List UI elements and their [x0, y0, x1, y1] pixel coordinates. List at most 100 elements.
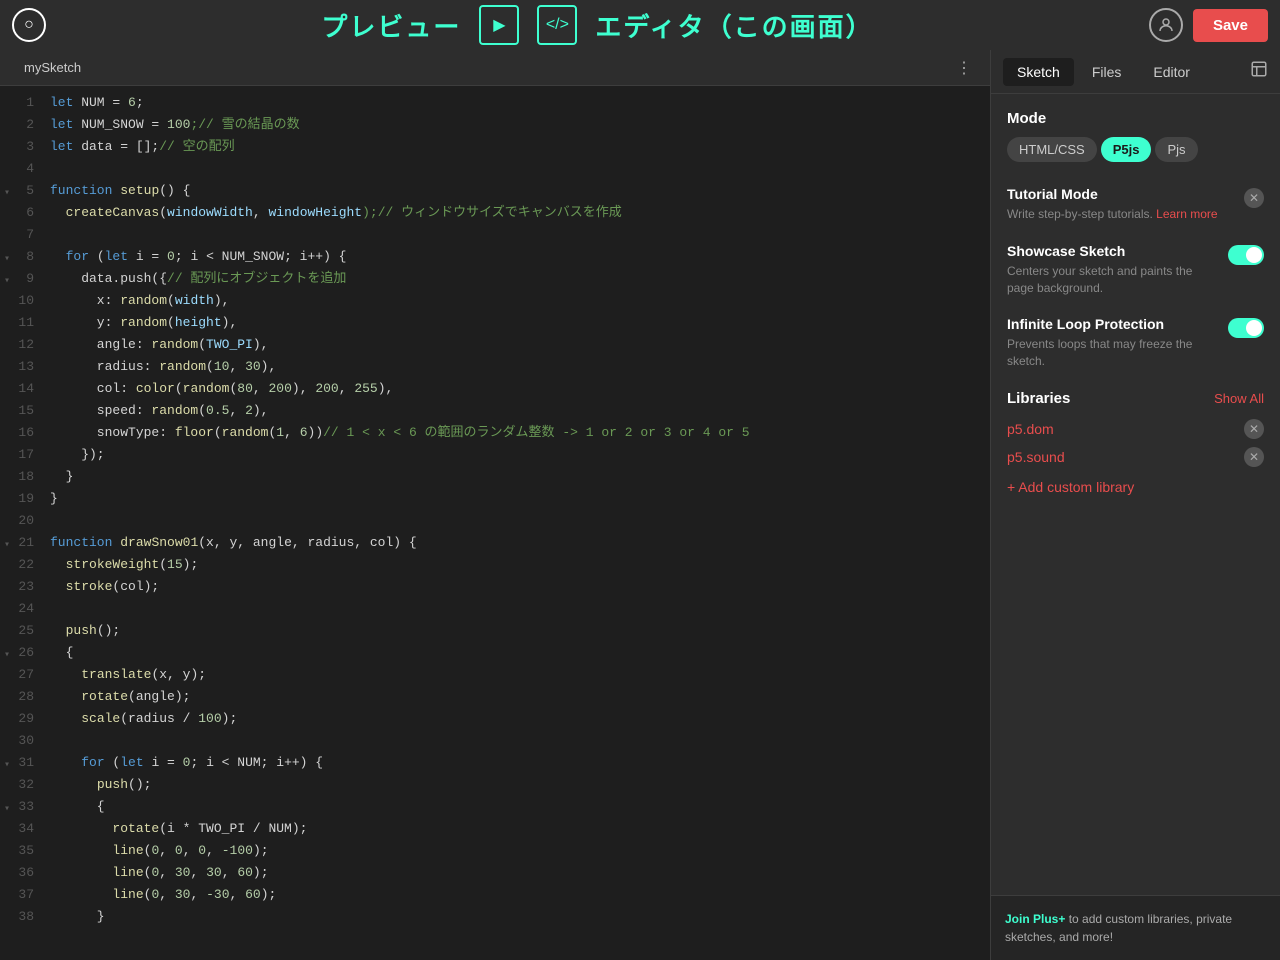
- tutorial-mode-desc: Write step-by-step tutorials. Learn more: [1007, 206, 1234, 223]
- layout-icon[interactable]: [1250, 60, 1268, 83]
- line-content: push();: [50, 620, 990, 642]
- line-content: rotate(i * TWO_PI / NUM);: [50, 818, 990, 840]
- right-panel: Sketch Files Editor Mode HTML/CSS P5js P…: [990, 50, 1280, 960]
- add-custom-library-button[interactable]: + Add custom library: [1007, 475, 1134, 499]
- line-content: angle: random(TWO_PI),: [50, 334, 990, 356]
- tab-editor[interactable]: Editor: [1139, 58, 1204, 86]
- right-content: Mode HTML/CSS P5js Pjs Tutorial Mode Wri…: [991, 94, 1280, 895]
- line-content: [50, 598, 990, 620]
- showcase-sketch-info: Showcase Sketch Centers your sketch and …: [1007, 243, 1218, 297]
- code-tab-mysketch[interactable]: mySketch: [12, 50, 93, 86]
- line-number: 28: [0, 686, 50, 708]
- table-row: 13 radius: random(10, 30),: [0, 356, 990, 378]
- table-row: 24: [0, 598, 990, 620]
- line-number: 36: [0, 862, 50, 884]
- line-number: ▾8: [0, 246, 50, 268]
- line-number: 15: [0, 400, 50, 422]
- line-number: 11: [0, 312, 50, 334]
- library-p5sound-remove[interactable]: ✕: [1244, 447, 1264, 467]
- mode-buttons: HTML/CSS P5js Pjs: [1007, 137, 1264, 162]
- table-row: 18 }: [0, 466, 990, 488]
- line-number: ▾31: [0, 752, 50, 774]
- line-number: 27: [0, 664, 50, 686]
- infinite-loop-row: Infinite Loop Protection Prevents loops …: [1007, 316, 1264, 370]
- code-area[interactable]: 1let NUM = 6;2let NUM_SNOW = 100;// 雪の結晶…: [0, 86, 990, 960]
- showcase-sketch-knob: [1246, 247, 1262, 263]
- play-button[interactable]: ▶: [479, 5, 519, 45]
- infinite-loop-desc: Prevents loops that may freeze the sketc…: [1007, 336, 1218, 370]
- line-content: stroke(col);: [50, 576, 990, 598]
- code-icon: </>: [546, 16, 569, 34]
- table-row: ▾5function setup() {: [0, 180, 990, 202]
- line-content: data.push({// 配列にオブジェクトを追加: [50, 268, 990, 290]
- table-row: 7: [0, 224, 990, 246]
- line-number: 7: [0, 224, 50, 246]
- library-p5dom-name: p5.dom: [1007, 421, 1054, 437]
- table-row: 14 col: color(random(80, 200), 200, 255)…: [0, 378, 990, 400]
- table-row: 22 strokeWeight(15);: [0, 554, 990, 576]
- table-row: 20: [0, 510, 990, 532]
- table-row: 35 line(0, 0, 0, -100);: [0, 840, 990, 862]
- table-row: 38 }: [0, 906, 990, 928]
- learn-more-link[interactable]: Learn more: [1156, 207, 1217, 221]
- show-all-button[interactable]: Show All: [1214, 391, 1264, 406]
- library-item-p5sound: p5.sound ✕: [1007, 447, 1264, 467]
- right-bottom-bar: Join Plus+ to add custom libraries, priv…: [991, 895, 1280, 960]
- table-row: 11 y: random(height),: [0, 312, 990, 334]
- line-number: 20: [0, 510, 50, 532]
- line-number: 1: [0, 92, 50, 114]
- line-content: {: [50, 642, 990, 664]
- line-number: ▾21: [0, 532, 50, 554]
- line-number: 38: [0, 906, 50, 928]
- library-p5dom-remove[interactable]: ✕: [1244, 419, 1264, 439]
- table-row: 4: [0, 158, 990, 180]
- table-row: 16 snowType: floor(random(1, 6))// 1 < x…: [0, 422, 990, 444]
- table-row: ▾21function drawSnow01(x, y, angle, radi…: [0, 532, 990, 554]
- tab-files[interactable]: Files: [1078, 58, 1136, 86]
- editor-title: エディタ（この画面）: [595, 7, 873, 44]
- infinite-loop-toggle[interactable]: [1228, 318, 1264, 338]
- line-content: for (let i = 0; i < NUM_SNOW; i++) {: [50, 246, 990, 268]
- line-number: 25: [0, 620, 50, 642]
- line-content: snowType: floor(random(1, 6))// 1 < x < …: [50, 422, 990, 444]
- line-number: 37: [0, 884, 50, 906]
- line-content: }: [50, 906, 990, 928]
- line-content: strokeWeight(15);: [50, 554, 990, 576]
- line-content: let data = [];// 空の配列: [50, 136, 990, 158]
- tab-options-icon[interactable]: ⋮: [950, 58, 978, 78]
- code-button[interactable]: </>: [537, 5, 577, 45]
- line-number: ▾9: [0, 268, 50, 290]
- tutorial-mode-close[interactable]: ✕: [1244, 188, 1264, 208]
- mode-section: Mode HTML/CSS P5js Pjs: [1007, 110, 1264, 162]
- line-content: {: [50, 796, 990, 818]
- code-panel: mySketch ⋮ 1let NUM = 6;2let NUM_SNOW = …: [0, 50, 990, 960]
- showcase-sketch-title: Showcase Sketch: [1007, 243, 1218, 259]
- tab-sketch[interactable]: Sketch: [1003, 58, 1074, 86]
- showcase-sketch-row: Showcase Sketch Centers your sketch and …: [1007, 243, 1264, 297]
- line-content: push();: [50, 774, 990, 796]
- table-row: 23 stroke(col);: [0, 576, 990, 598]
- line-number: 14: [0, 378, 50, 400]
- line-content: col: color(random(80, 200), 200, 255),: [50, 378, 990, 400]
- line-content: function drawSnow01(x, y, angle, radius,…: [50, 532, 990, 554]
- user-avatar-icon[interactable]: [1149, 8, 1183, 42]
- line-content: [50, 510, 990, 532]
- table-row: 17 });: [0, 444, 990, 466]
- table-row: 32 push();: [0, 774, 990, 796]
- join-plus-link[interactable]: Join Plus+: [1005, 912, 1065, 926]
- save-button[interactable]: Save: [1193, 9, 1268, 42]
- mode-html-css[interactable]: HTML/CSS: [1007, 137, 1097, 162]
- top-bar: ○ プレビュー ▶ </> エディタ（この画面） Save: [0, 0, 1280, 50]
- line-number: 32: [0, 774, 50, 796]
- line-content: let NUM_SNOW = 100;// 雪の結晶の数: [50, 114, 990, 136]
- mode-pjs[interactable]: Pjs: [1155, 137, 1197, 162]
- logo-icon[interactable]: ○: [12, 8, 46, 42]
- table-row: 37 line(0, 30, -30, 60);: [0, 884, 990, 906]
- table-row: ▾9 data.push({// 配列にオブジェクトを追加: [0, 268, 990, 290]
- showcase-sketch-toggle[interactable]: [1228, 245, 1264, 265]
- mode-p5js[interactable]: P5js: [1101, 137, 1152, 162]
- table-row: 27 translate(x, y);: [0, 664, 990, 686]
- top-right: Save: [1149, 8, 1268, 42]
- library-p5sound-name: p5.sound: [1007, 449, 1065, 465]
- line-content: speed: random(0.5, 2),: [50, 400, 990, 422]
